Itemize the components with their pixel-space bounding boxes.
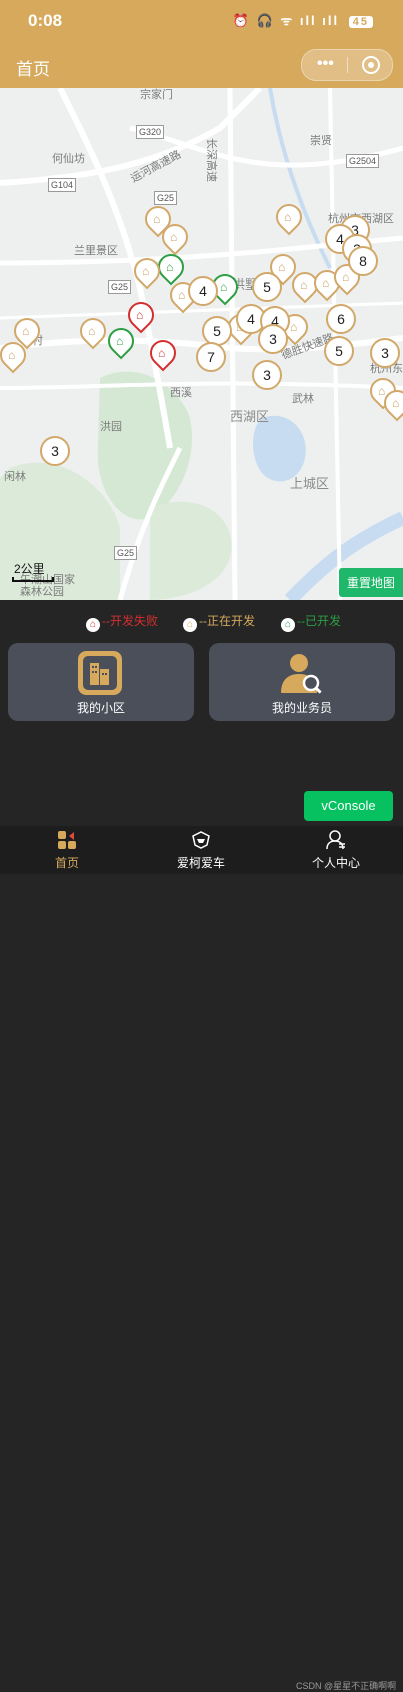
cluster-marker[interactable]: 3 <box>370 338 400 368</box>
person-search-icon <box>281 654 323 695</box>
legend-item-developing: ⌂ --正在开发 <box>183 612 255 632</box>
tab-aike-car[interactable]: 爱柯爱车 <box>141 826 261 874</box>
cluster-marker[interactable]: 5 <box>324 336 354 366</box>
cluster-marker[interactable]: 3 <box>252 360 282 390</box>
car-logo-icon <box>192 831 210 849</box>
house-icon: ⌂ <box>183 618 197 632</box>
map-scale-bar <box>12 577 54 582</box>
watermark: CSDN @星星不正确啊啊 <box>296 1681 397 1691</box>
house-icon: ⌂ <box>86 618 100 632</box>
tab-profile-label: 个人中心 <box>311 856 360 870</box>
tab-aike-car-label: 爱柯爱车 <box>176 856 225 870</box>
map-label: 武林 <box>292 393 314 405</box>
tab-profile[interactable]: 个人中心 <box>276 826 396 874</box>
road-shield: G25 <box>154 191 178 205</box>
legend-item-failed: ⌂ --开发失败 <box>86 612 158 632</box>
tab-bar: 首页 爱柯爱车 个人中心 CSDN @星星不正确啊啊 <box>0 826 403 1691</box>
my-community-card[interactable]: 我的小区 <box>8 643 194 721</box>
map-label: 闲林 <box>4 471 26 483</box>
my-salesman-label: 我的业务员 <box>271 701 332 715</box>
map-label: 洪园 <box>100 421 122 433</box>
tab-home[interactable]: 首页 <box>7 826 127 874</box>
status-time: 0:08 <box>28 11 63 30</box>
capsule-divider <box>347 57 348 73</box>
status-icons: ⏰ 🎧 ᯤ ıll ıll 45 <box>233 11 373 29</box>
road-shield: G320 <box>136 125 165 139</box>
map-label: 西溪 <box>170 387 192 399</box>
navigation-bar: 首页 ••• <box>0 40 403 88</box>
map-scale-label: 2公里 <box>14 562 45 576</box>
cluster-marker[interactable]: 7 <box>196 342 226 372</box>
battery-icon: 45 <box>348 16 373 28</box>
cluster-marker[interactable]: 4 <box>188 276 218 306</box>
cluster-marker[interactable]: 3 <box>40 436 70 466</box>
more-dots-icon[interactable]: ••• <box>317 55 334 73</box>
map-label: 上城区 <box>290 476 330 491</box>
page-title: 首页 <box>16 60 50 79</box>
my-community-label: 我的小区 <box>76 701 125 715</box>
cluster-marker[interactable]: 6 <box>326 304 356 334</box>
map-label: 长深高速 <box>205 138 217 182</box>
reset-map-button[interactable]: 重置地图 <box>338 568 403 597</box>
cluster-marker[interactable]: 3 <box>258 324 288 354</box>
building-icon <box>78 651 122 695</box>
home-grid-icon <box>58 831 76 849</box>
cluster-marker[interactable]: 5 <box>252 272 282 302</box>
map-label: 崇贤 <box>310 135 332 147</box>
map-label: 兰里景区 <box>74 245 118 257</box>
target-icon[interactable] <box>362 56 380 74</box>
road-shield: G25 <box>114 546 138 560</box>
cluster-marker[interactable]: 8 <box>348 246 378 276</box>
road-shield: G104 <box>48 178 77 192</box>
map-label: 宗家门 <box>140 89 173 101</box>
status-indicators: ⏰ 🎧 ᯤ ıll ıll <box>232 13 340 28</box>
road-shield: G2504 <box>346 154 380 168</box>
map-label: 何仙坊 <box>52 153 85 165</box>
user-icon <box>326 830 345 850</box>
vconsole-button[interactable]: vConsole <box>304 791 393 821</box>
legend-item-developed: ⌂ --已开发 <box>281 612 341 632</box>
status-bar: 0:08 ⏰ 🎧 ᯤ ıll ıll 45 <box>0 0 403 40</box>
map-legend: ⌂ --开发失败 ⌂ --正在开发 ⌂ --已开发 <box>0 608 403 634</box>
house-icon: ⌂ <box>281 618 295 632</box>
map-view[interactable]: 宗家门 何仙坊 运河高速路 兰里景区 长深高速 崇贤 杭州市西湖区 拱墅 德胜快… <box>0 88 403 600</box>
my-salesman-card[interactable]: 我的业务员 <box>209 643 395 721</box>
tab-home-label: 首页 <box>54 856 79 870</box>
map-label: 西湖区 <box>230 409 270 424</box>
road-shield: G25 <box>108 280 132 294</box>
mini-program-capsule: ••• <box>301 49 393 81</box>
